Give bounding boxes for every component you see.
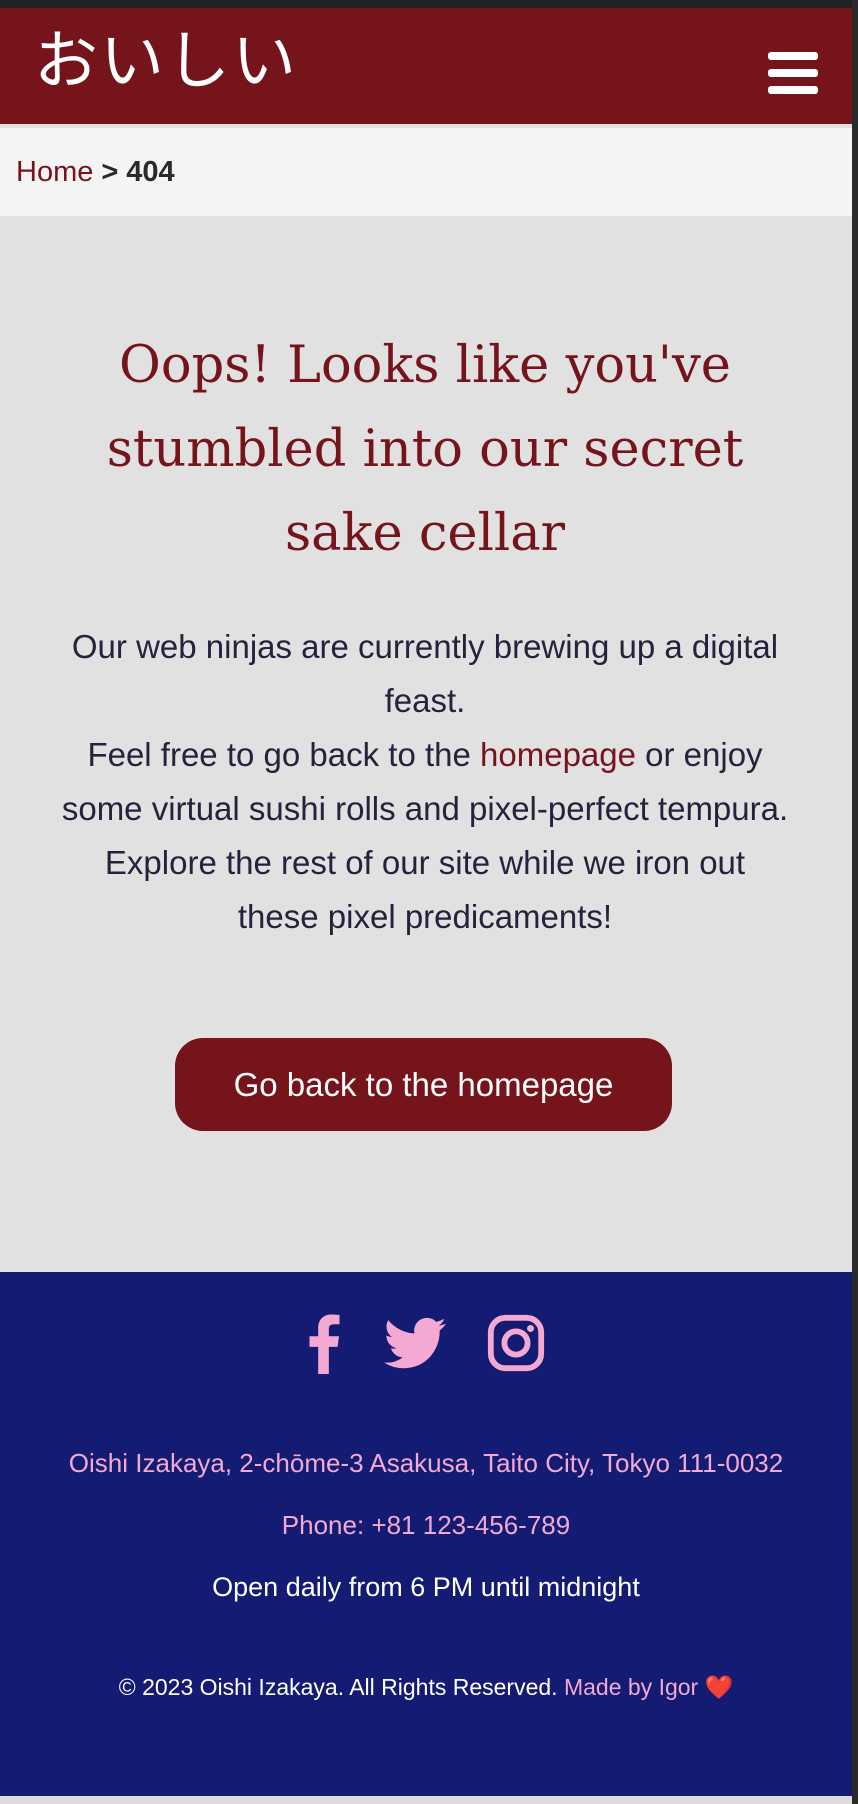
copyright-text: © 2023 Oishi Izakaya. All Rights Reserve… (118, 1674, 558, 1700)
footer-copyright: © 2023 Oishi Izakaya. All Rights Reserve… (0, 1674, 852, 1701)
hamburger-menu-icon[interactable] (768, 52, 818, 94)
footer: Oishi Izakaya, 2-chōme-3 Asakusa, Taito … (0, 1272, 852, 1796)
breadcrumb-separator: > (101, 156, 119, 188)
footer-phone[interactable]: Phone: +81 123-456-789 (0, 1510, 852, 1541)
hamburger-bar (768, 86, 818, 94)
twitter-icon[interactable] (384, 1312, 446, 1374)
message-text: Feel free to go back to the (87, 736, 481, 773)
message-paragraph-2: Feel free to go back to the homepage or … (60, 728, 790, 836)
breadcrumb: Home >404 (0, 128, 852, 216)
breadcrumb-trail: Home >404 (16, 156, 175, 189)
heart-icon: ❤️ (704, 1674, 734, 1700)
main-content: Oops! Looks like you've stumbled into ou… (0, 216, 852, 1272)
footer-hours: Open daily from 6 PM until midnight (212, 1572, 640, 1602)
bottom-edge (0, 1796, 852, 1804)
made-by-link[interactable]: Made by Igor (564, 1674, 698, 1700)
hamburger-bar (768, 69, 818, 77)
error-message: Our web ninjas are currently brewing up … (60, 620, 790, 944)
facebook-icon[interactable] (293, 1312, 355, 1374)
instagram-icon[interactable] (485, 1312, 547, 1374)
message-paragraph-1: Our web ninjas are currently brewing up … (71, 628, 779, 719)
homepage-inline-link[interactable]: homepage (480, 736, 636, 773)
breadcrumb-home-link[interactable]: Home (16, 156, 93, 188)
hamburger-bar (768, 52, 818, 60)
scrollbar-edge (852, 0, 858, 1804)
breadcrumb-current: 404 (126, 156, 175, 188)
go-home-button[interactable]: Go back to the homepage (175, 1038, 672, 1131)
page-title: Oops! Looks like you've stumbled into ou… (106, 336, 744, 563)
message-paragraph-3: Explore the rest of our site while we ir… (104, 844, 746, 935)
site-logo[interactable]: おいしい (34, 30, 298, 94)
browser-top-strip (0, 0, 858, 8)
footer-address[interactable]: Oishi Izakaya, 2-chōme-3 Asakusa, Taito … (0, 1448, 852, 1479)
navbar: おいしい (0, 8, 852, 124)
